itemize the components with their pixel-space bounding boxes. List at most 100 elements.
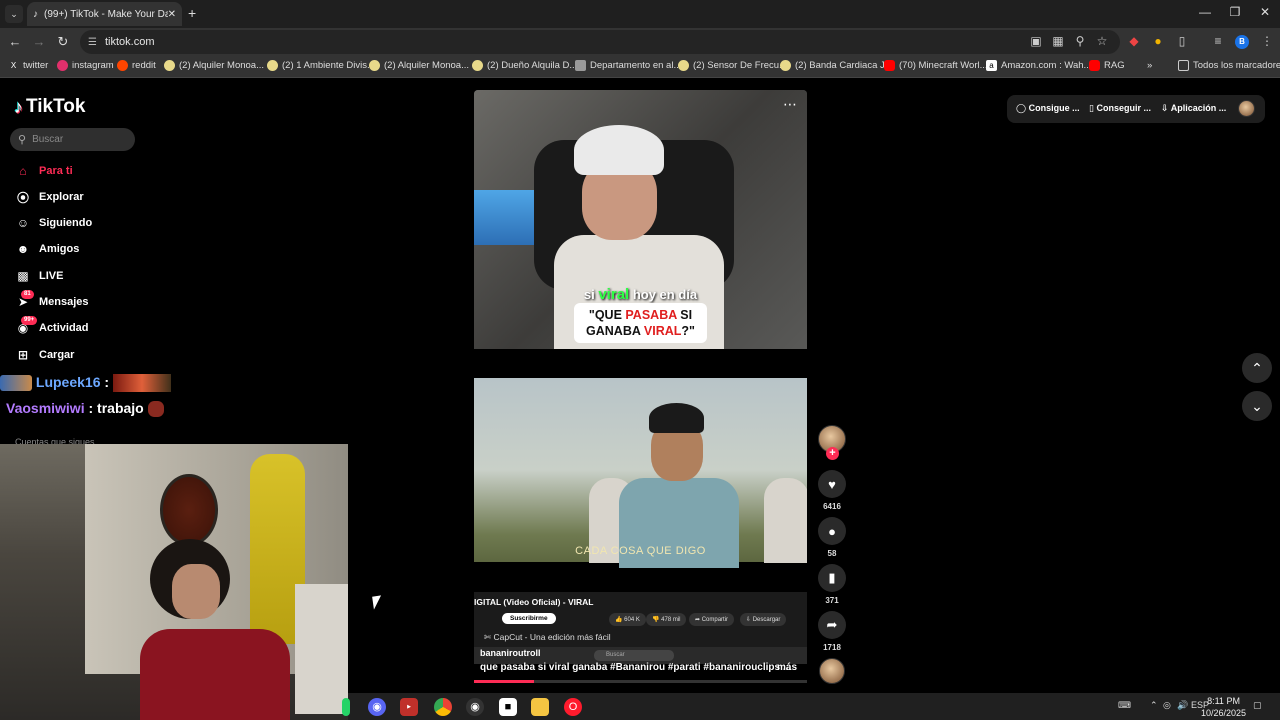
bookmark-item[interactable]: (2) Banda Cardiaca J... <box>780 60 893 71</box>
keyboard-icon[interactable]: ⌨ <box>1118 700 1131 711</box>
x-icon: X <box>10 61 17 70</box>
screen-download-pill: ⇩ Descargar <box>740 613 787 626</box>
screen-share-pill: ➦ Compartir <box>689 613 735 626</box>
restore-button[interactable]: ❐ <box>1225 5 1245 19</box>
url-text: tiktok.com <box>104 36 155 48</box>
nav-actividad[interactable]: ◉ 99+ Actividad <box>14 316 174 338</box>
nav-para-ti[interactable]: ⌂ Para ti <box>14 161 174 181</box>
like-button[interactable]: ♥ 6416 <box>818 470 846 511</box>
reading-list-icon[interactable]: ≡ <box>1210 34 1226 48</box>
bookmark-item[interactable]: (70) Minecraft Worl... <box>884 60 988 71</box>
extensions-puzzle-icon[interactable]: ▯ <box>1174 34 1190 48</box>
volume-icon[interactable]: 🔊 <box>1177 700 1188 711</box>
sound-disc-avatar[interactable] <box>819 658 845 684</box>
tiktok-top-actions: ◯ Consigue ... ▯ Conseguir ... ⇩ Aplicac… <box>1007 95 1265 123</box>
feed-video-current[interactable]: CADA COSA QUE DIGO IGITAL (Video Oficial… <box>474 378 807 684</box>
bookmark-item[interactable]: (2) 1 Ambiente Divis... <box>267 60 375 71</box>
minimize-button[interactable]: — <box>1195 5 1215 19</box>
mouse-cursor-icon <box>372 595 383 610</box>
comment-button[interactable]: ● 58 <box>818 517 846 558</box>
screen-capcut-label: ✄ CapCut - Una edición más fácil <box>484 632 611 642</box>
bookmark-item[interactable]: (2) Alquiler Monoa... <box>369 60 469 71</box>
site-info-icon[interactable]: ☰ <box>88 37 97 48</box>
nav-siguiendo[interactable]: ☺ Siguiendo <box>14 213 174 233</box>
search-input[interactable] <box>32 134 123 145</box>
bookmark-item[interactable]: reddit <box>117 60 156 71</box>
opera-icon[interactable]: O <box>564 698 582 716</box>
follow-plus-icon[interactable]: + <box>826 447 839 460</box>
bookmark-item[interactable]: (2) Alquiler Monoa... <box>164 60 264 71</box>
tray-overflow-icon[interactable]: ⌃ <box>1150 700 1158 711</box>
video-subtitle: CADA COSA QUE DIGO <box>575 545 706 557</box>
whatsapp-icon[interactable] <box>342 698 350 716</box>
previous-video-button[interactable]: ⌃ <box>1242 353 1272 383</box>
activity-icon: ◉ 99+ <box>14 316 38 335</box>
notifications-icon[interactable]: ▢ <box>1253 700 1262 711</box>
description-more-link[interactable]: más <box>777 662 797 673</box>
share-button[interactable]: ➦ 1718 <box>818 611 846 652</box>
get-coins-button[interactable]: ◯ Consigue ... <box>1016 103 1080 114</box>
nav-cargar[interactable]: ⊞ Cargar <box>14 345 174 365</box>
tiktok-logo[interactable]: ♪ TikTok <box>14 96 85 118</box>
download-app-button[interactable]: ⇩ Aplicación ... <box>1161 103 1226 114</box>
bookmark-item[interactable]: Departamento en al... <box>575 60 681 71</box>
browser-toolbar: ← → ↻ ☰ tiktok.com ▣ ▦ ⚲ ☆ ◆ ● ▯ ≡ B ⋮ <box>0 28 1280 56</box>
marketplace-icon <box>678 60 689 71</box>
video-editor-icon[interactable]: ▶ <box>400 698 418 716</box>
bookmark-item[interactable]: Xtwitter <box>8 60 49 71</box>
new-tab-button[interactable]: + <box>188 5 196 21</box>
chat-avatar-icon <box>0 375 32 392</box>
save-button[interactable]: ▮ 371 <box>818 564 846 605</box>
bookmark-item[interactable]: a Amazon.com : Wah... <box>986 60 1091 71</box>
address-bar[interactable]: ☰ tiktok.com <box>80 30 1120 54</box>
browser-tab-tiktok[interactable]: ♪ (99+) TikTok - Make Your Day ✕ <box>27 2 182 26</box>
discord-icon[interactable]: ◉ <box>368 698 386 716</box>
close-tab-icon[interactable]: ✕ <box>168 9 176 20</box>
file-explorer-icon[interactable] <box>531 698 549 716</box>
cast-icon[interactable]: ▣ <box>1028 34 1044 48</box>
forward-button[interactable]: → <box>30 34 48 49</box>
video-author[interactable]: bananiroutroll <box>480 648 541 658</box>
search-box[interactable]: ⚲ <box>10 128 135 151</box>
tab-list-button[interactable]: ⌄ <box>5 5 23 23</box>
chrome-icon[interactable] <box>434 698 452 716</box>
nav-amigos[interactable]: ☻ Amigos <box>14 239 174 259</box>
app-icon[interactable]: ■ <box>499 698 517 716</box>
live-icon: ▩ <box>17 269 29 283</box>
nav-explorar[interactable]: ⦿ Explorar <box>14 187 174 207</box>
user-avatar[interactable] <box>1238 100 1255 117</box>
screen-like-pill: 👍 604 K <box>609 613 646 626</box>
bookmark-item[interactable]: RAG <box>1089 60 1125 71</box>
all-bookmarks-folder[interactable]: Todos los marcadores <box>1178 60 1280 71</box>
clock-date: 10/26/2025 <box>1201 708 1247 718</box>
bookmark-star-icon[interactable]: ☆ <box>1094 34 1110 48</box>
feed-video-previous[interactable]: ⋯ si viral hoy en día "QUE PASABA SI GAN… <box>474 90 807 349</box>
chat-username: Vaosmiwiwi <box>6 400 85 416</box>
back-button[interactable]: ← <box>6 34 24 49</box>
obs-icon[interactable]: ◉ <box>466 698 484 716</box>
extension-color-icon[interactable]: ● <box>1150 34 1166 48</box>
next-video-button[interactable]: ⌄ <box>1242 391 1272 421</box>
zoom-icon[interactable]: ⚲ <box>1072 34 1088 48</box>
translate-icon[interactable]: ▦ <box>1050 34 1066 48</box>
nav-live[interactable]: ▩ LIVE <box>14 266 174 286</box>
clock-time: 8:11 PM <box>1207 696 1240 706</box>
network-icon[interactable]: ◎ <box>1163 700 1171 711</box>
close-window-button[interactable]: ✕ <box>1255 5 1275 19</box>
get-app-button[interactable]: ▯ Conseguir ... <box>1089 103 1151 114</box>
browser-tab-bar: ⌄ ♪ (99+) TikTok - Make Your Day ✕ + — ❐… <box>0 0 1280 28</box>
screen-dislike-pill: 👎 478 mil <box>646 613 687 626</box>
reload-button[interactable]: ↻ <box>54 34 72 50</box>
browser-menu-icon[interactable]: ⋮ <box>1259 34 1275 48</box>
profile-avatar[interactable]: B <box>1235 35 1249 49</box>
bookmark-item[interactable]: (2) Sensor De Frecu... <box>678 60 787 71</box>
bookmarks-overflow-icon[interactable]: » <box>1147 60 1152 71</box>
marketplace-icon <box>267 60 278 71</box>
bookmark-item[interactable]: instagram <box>57 60 114 71</box>
extension-red-icon[interactable]: ◆ <box>1126 34 1142 48</box>
more-options-icon[interactable]: ⋯ <box>783 96 797 113</box>
nav-mensajes[interactable]: ➤ 81 Mensajes <box>14 290 174 312</box>
bookmark-item[interactable]: (2) Dueño Alquila D... <box>472 60 577 71</box>
video-progress-bar[interactable] <box>474 680 807 683</box>
clock[interactable]: 8:11 PM 10/26/2025 <box>1201 695 1246 719</box>
